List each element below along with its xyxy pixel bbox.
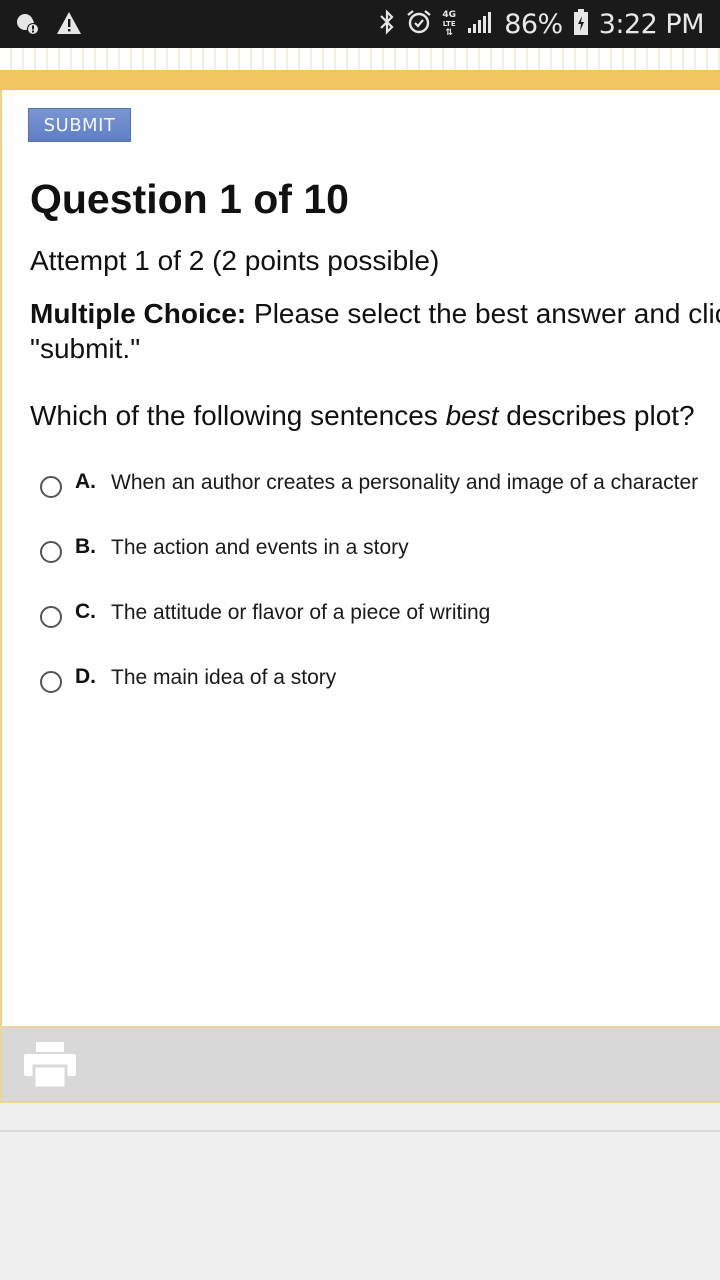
option-c[interactable]: C. The attitude or flavor of a piece of … <box>40 596 720 636</box>
status-bar-right: 4G LTE ⇅ 86% 3:22 PM <box>378 8 705 41</box>
option-text: The main idea of a story <box>111 666 337 689</box>
accent-rule <box>0 70 720 90</box>
print-icon[interactable] <box>24 1042 76 1090</box>
option-text: The attitude or flavor of a piece of wri… <box>111 601 491 624</box>
question-prompt: Which of the following sentences best de… <box>30 400 695 432</box>
option-text: When an author creates a personality and… <box>111 471 699 494</box>
option-b[interactable]: B. The action and events in a story <box>40 531 720 571</box>
radio-button[interactable] <box>40 671 62 693</box>
radio-button[interactable] <box>40 541 62 563</box>
instructions: Multiple Choice: Please select the best … <box>30 296 720 366</box>
question-card: SUBMIT Question 1 of 10 Attempt 1 of 2 (… <box>0 90 720 1028</box>
status-bar: 4G LTE ⇅ 86% 3:22 PM <box>0 0 720 48</box>
instructions-line: Multiple Choice: Please select the best … <box>30 296 720 331</box>
network-type: 4G LTE ⇅ <box>442 9 457 38</box>
submit-button[interactable]: SUBMIT <box>28 108 131 142</box>
option-d[interactable]: D. The main idea of a story <box>40 661 720 701</box>
prompt-emphasis: best <box>445 400 499 431</box>
option-letter: D. <box>75 665 96 688</box>
option-a[interactable]: A. When an author creates a personality … <box>40 466 720 506</box>
option-text: The action and events in a story <box>111 536 409 559</box>
option-letter: A. <box>75 470 96 493</box>
question-title: Question 1 of 10 <box>30 176 349 222</box>
battery-charging-icon <box>573 8 589 41</box>
instructions-label: Multiple Choice: <box>30 298 247 329</box>
bottom-toolbar <box>0 1026 720 1103</box>
header-strip <box>0 48 720 70</box>
attempt-info: Attempt 1 of 2 (2 points possible) <box>30 245 440 276</box>
divider <box>0 1130 720 1132</box>
prompt-text-before: Which of the following sentences <box>30 400 438 431</box>
instructions-continuation: "submit." <box>30 333 141 364</box>
signal-icon <box>466 10 494 39</box>
bluetooth-icon <box>378 8 396 40</box>
instructions-text: Please select the best answer and click <box>254 298 720 329</box>
radio-button[interactable] <box>40 476 62 498</box>
warning-icon <box>56 11 82 40</box>
alarm-icon <box>406 9 432 40</box>
clock: 3:22 PM <box>598 8 705 40</box>
prompt-text-after: describes plot? <box>506 400 695 431</box>
option-letter: C. <box>75 600 96 623</box>
status-bar-left <box>14 10 82 41</box>
notification-alert-icon <box>14 10 40 41</box>
option-letter: B. <box>75 535 96 558</box>
radio-button[interactable] <box>40 606 62 628</box>
battery-percent: 86% <box>504 8 563 40</box>
